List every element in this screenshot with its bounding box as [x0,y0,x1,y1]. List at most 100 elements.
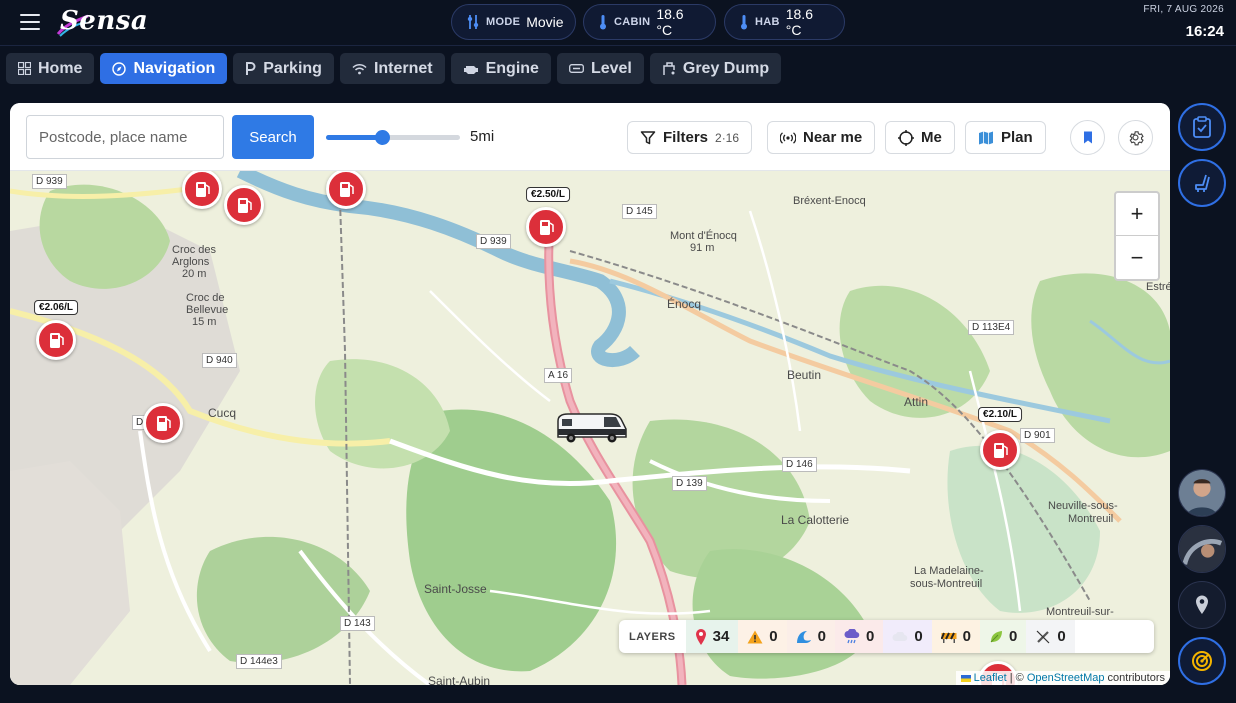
hab-temp-pill[interactable]: HAB 18.6 °C [724,4,845,40]
place-label: Mont d'Énocq [670,230,737,242]
tab-engine[interactable]: Engine [450,53,551,84]
place-label: Cucq [208,406,237,420]
layers-bar: LAYERS 34 0 0 0 0 0 0 0 [619,620,1154,653]
place-label: La Madelaine- [914,565,984,577]
tab-label: Internet [373,59,433,77]
place-label: Estré [1146,281,1170,293]
layer-toggle-closures[interactable]: 0 [1026,620,1075,653]
layer-toggle-wind[interactable]: 0 [883,620,932,653]
road-label: D 146 [782,457,817,472]
place-label: Saint-Josse [424,582,487,596]
app-logo: Sensa [60,6,149,36]
radius-slider-fill [326,135,383,140]
layer-toggle-warnings[interactable]: 0 [738,620,787,653]
layer-toggle-roadworks[interactable]: 0 [931,620,981,653]
van-position-icon[interactable] [554,411,628,443]
layers-title: LAYERS [629,630,676,643]
tab-label: Engine [485,59,539,77]
no-entry-icon [1036,630,1050,643]
layer-toggle-nature[interactable]: 0 [980,620,1027,653]
zoom-in-button[interactable]: + [1116,193,1158,236]
user-avatar-1[interactable] [1178,469,1226,517]
leaflet-link[interactable]: Leaflet [974,672,1007,684]
rail-seat-button[interactable] [1178,159,1226,207]
map-pin-icon [695,628,706,645]
radius-slider-thumb[interactable] [375,130,391,145]
layer-count: 0 [1009,628,1018,645]
layer-toggle-pois[interactable]: 34 [685,620,739,653]
tab-home[interactable]: Home [6,53,95,84]
me-label: Me [921,129,942,146]
fuel-station-pin[interactable] [224,185,264,225]
fuel-station-pin[interactable] [36,320,76,360]
filters-count: 2·16 [715,130,740,145]
fuel-pump-icon [50,333,64,348]
bookmark-button[interactable] [1070,120,1105,155]
search-input[interactable] [26,115,224,159]
tab-navigation[interactable]: Navigation [100,53,228,84]
fuel-station-pin[interactable] [526,207,566,247]
fuel-station-pin[interactable] [143,403,183,443]
tab-parking[interactable]: Parking [233,53,334,84]
dump-icon [663,61,675,75]
filters-button[interactable]: Filters 2·16 [627,121,753,154]
tab-label: Home [38,59,83,77]
search-button[interactable]: Search [232,115,314,159]
roadworks-barrier-icon [940,632,957,643]
avatar-photo [1179,526,1225,572]
plan-label: Plan [1001,129,1033,146]
place-label: Arglons [172,256,210,268]
datetime: FRI, 7 AUG 2026 16:24 [1143,4,1224,40]
near-me-label: Near me [803,129,863,146]
place-label: Beutin [787,368,822,382]
user-avatar-2[interactable] [1178,525,1226,573]
tab-level[interactable]: Level [556,53,644,84]
map-view[interactable]: Bréxent-Enocq Mont d'Énocq 91 m Énocq Cr… [10,171,1170,685]
parking-icon [246,61,256,75]
attribution-tail: contributors [1104,672,1165,684]
osm-link[interactable]: OpenStreetMap [1027,672,1105,684]
compass-icon [112,61,127,76]
tab-grey-dump[interactable]: Grey Dump [649,53,782,84]
top-bar: Sensa MODE Movie CABIN 18.6 °C HAB 18.6 … [0,0,1236,46]
fuel-station-pin[interactable] [980,430,1020,470]
layer-count: 0 [817,628,826,645]
place-label: Croc des [172,244,217,256]
near-me-button[interactable]: Near me [767,121,876,154]
road-label: D 145 [622,204,657,219]
hab-label: HAB [755,16,780,28]
layer-toggle-water[interactable]: 0 [786,620,835,653]
place-label: Bréxent-Enocq [793,195,866,207]
plan-button[interactable]: Plan [965,121,1046,154]
zoom-out-button[interactable]: − [1116,236,1158,279]
rail-location-button[interactable] [1178,581,1226,629]
layer-toggle-weather[interactable]: 0 [834,620,884,653]
tab-label: Level [590,59,632,77]
place-label: Énocq [667,297,702,311]
mode-pill[interactable]: MODE Movie [451,4,576,40]
road-label: D 939 [476,234,511,249]
place-label: Croc de [186,292,225,304]
map-card: Search 5mi Filters 2·16 Near me Me Plan [10,103,1170,685]
main-tabs: Home Navigation Parking Internet Engine … [6,53,782,84]
place-label: Neuville-sous- [1048,500,1118,512]
me-button[interactable]: Me [885,121,955,154]
settings-button[interactable] [1118,120,1153,155]
tab-internet[interactable]: Internet [339,53,445,84]
map-toolbar: Search 5mi Filters 2·16 Near me Me Plan [10,103,1170,171]
layer-count: 0 [914,628,923,645]
layer-count: 0 [769,628,778,645]
menu-icon[interactable] [20,14,40,30]
zoom-control: + − [1114,191,1160,281]
storm-cloud-icon [844,629,860,644]
fuel-price-label: €2.10/L [978,407,1022,422]
level-icon [569,64,584,73]
cabin-temp-pill[interactable]: CABIN 18.6 °C [583,4,716,40]
map-book-icon [979,131,993,144]
radius-slider[interactable] [326,130,460,145]
fuel-pump-icon [238,198,252,213]
sliders-icon [467,15,479,29]
rail-radar-button[interactable] [1178,637,1226,685]
rail-clipboard-button[interactable] [1178,103,1226,151]
grid-icon [18,62,31,75]
